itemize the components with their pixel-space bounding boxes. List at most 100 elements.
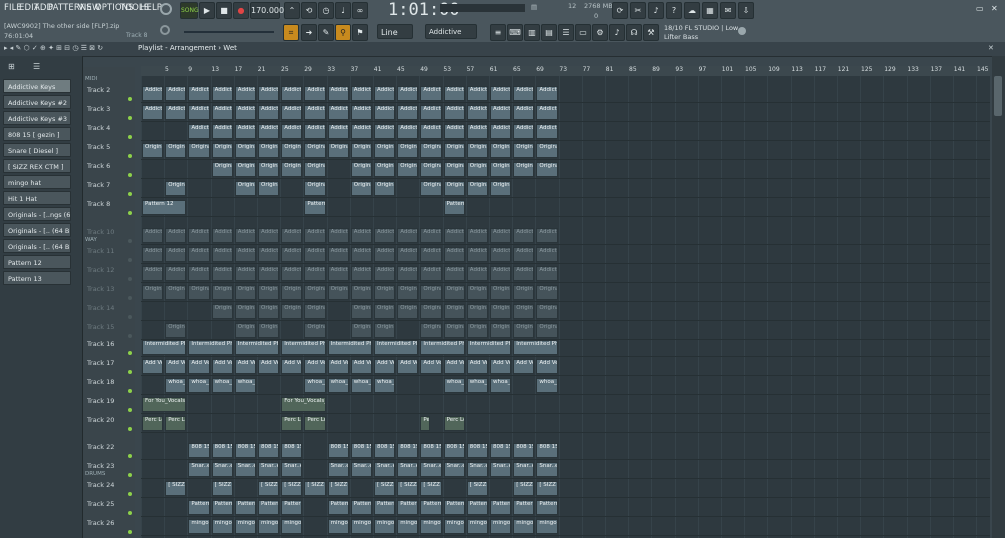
pattern-clip[interactable]: Addicti.. Keys #3 [420,266,442,281]
pattern-clip[interactable]: Addictive Keys [536,86,558,101]
pattern-clip[interactable]: Addicti.. Keys #2 [211,247,233,262]
pattern-clip[interactable]: Pattern 12 [443,200,465,215]
render-icon[interactable]: ⚒ [643,24,659,41]
pattern-clip[interactable]: Addictive Keys [142,86,164,101]
link-icon[interactable]: ⚲ [335,24,351,41]
track-name[interactable]: Track 12 [87,266,114,274]
pattern-clip[interactable]: Addictive Keys [211,228,233,243]
pattern-clip[interactable]: Origina.. (64 Bit) [490,143,512,158]
pattern-clip[interactable]: Addictive Keys [188,86,210,101]
pattern-item[interactable]: mingo hat [3,175,71,189]
pattern-clip[interactable]: Pattern 13 [420,500,442,515]
track-name[interactable]: Track 13 [87,285,114,293]
track-mute-led[interactable] [128,116,132,120]
pattern-clip[interactable]: Pattern 13 [513,500,535,515]
snap-icon[interactable]: ⌗ [283,24,299,41]
pattern-clip[interactable]: Pattern 13 [327,500,349,515]
pattern-clip[interactable]: whoa_C_40BPM [327,378,349,393]
pattern-clip[interactable]: Origina.. (64 Bit) [397,285,419,300]
pattern-item[interactable]: Addictive Keys #2 [3,95,71,109]
pattern-clip[interactable]: Origina.. it) #3 [374,181,396,196]
track-name[interactable]: Track 6 [87,162,110,170]
pattern-clip[interactable]: 808 15 [ gezin ] [420,443,442,458]
pattern-clip[interactable]: Snar..esel] [234,462,256,477]
pattern-clip[interactable]: Origina.. Bit) #2 [304,162,326,177]
pattern-clip[interactable]: Addictive Keys [513,228,535,243]
track-mute-led[interactable] [128,473,132,477]
pattern-item[interactable]: Addictive Keys #3 [3,111,71,125]
pattern-clip[interactable]: Origina.. (64 Bit) [443,143,465,158]
pattern-clip[interactable]: Origina.. (64 Bit) [513,285,535,300]
track-name[interactable]: Track 23 [87,462,114,470]
pattern-clip[interactable]: Origina.. Bit) #2 [536,304,558,319]
pattern-clip[interactable]: Origina.. Bit) #2 [536,162,558,177]
refresh-icon[interactable]: ⟳ [612,2,628,19]
pattern-clip[interactable]: Snar..esel] [258,462,280,477]
pattern-clip[interactable]: Origina.. Bit) #2 [420,304,442,319]
pattern-clip[interactable]: Addicti.. Keys #3 [165,266,187,281]
pattern-clip[interactable]: Origina.. it) #3 [513,323,535,338]
pattern-clip[interactable]: Origina.. (64 Bit) [281,285,303,300]
pattern-clip[interactable]: Pattern 13 [234,500,256,515]
pattern-clip[interactable]: Origina.. it) #3 [490,181,512,196]
pattern-clip[interactable]: Addictive Keys [188,228,210,243]
pattern-clip[interactable]: Addicti.. Keys #2 [466,105,488,120]
pattern-clip[interactable]: whoa_C_40BPM [211,378,233,393]
pattern-clip[interactable]: Addictive Keys [397,228,419,243]
pattern-clip[interactable]: Origina.. it) #3 [304,181,326,196]
tempo-display[interactable]: 170.000 [250,2,284,19]
pattern-clip[interactable]: 808 15 [ gezin ] [490,443,512,458]
pattern-clip[interactable]: Addictive Keys [304,228,326,243]
pattern-clip[interactable]: Pattern 13 [281,500,303,515]
pattern-clip[interactable]: Snar..esel] [490,462,512,477]
pattern-item[interactable]: [ SIZZ REX CTM ] [3,159,71,173]
pattern-clip[interactable]: [ SIZZ REX CTM ] [536,481,558,496]
pattern-clip[interactable]: Snar..esel] [513,462,535,477]
track-name[interactable]: Track 8 [87,200,110,208]
pattern-clip[interactable]: [ SIZZ REX CTM ] [513,481,535,496]
pattern-item[interactable]: Snare [ Diesel ] [3,143,71,157]
pattern-clip[interactable]: 808 15 [ gezin ] [258,443,280,458]
pattern-clip[interactable]: Addictive Keys [420,228,442,243]
pattern-clip[interactable]: Add Verb [160bp..] [350,359,372,374]
countdown-icon[interactable]: ◷ [318,2,334,19]
pattern-clip[interactable]: mingo hat [281,519,303,534]
pattern-clip[interactable]: Addicti.. Keys #3 [374,124,396,139]
pattern-clip[interactable]: For You_Vocals_Bm_82BPM [281,397,326,412]
pattern-clip[interactable]: Addicti.. Keys #3 [443,124,465,139]
pattern-clip[interactable]: Addictive Keys [304,86,326,101]
pattern-clip[interactable]: Origina.. (64 Bit) [258,285,280,300]
pattern-clip[interactable]: Addicti.. Keys #2 [304,247,326,262]
pattern-clip[interactable]: Addicti.. Keys #2 [234,105,256,120]
pattern-clip[interactable]: Addicti.. Keys #3 [327,124,349,139]
pattern-clip[interactable]: whoa_C_40BPM [443,378,465,393]
pattern-clip[interactable]: mingo hat [536,519,558,534]
close-icon[interactable]: ✕ [991,4,998,13]
pattern-clip[interactable]: Addicti.. Keys #2 [327,247,349,262]
playlist-grid[interactable]: Addictive KeysAddictive KeysAddictive Ke… [141,76,990,538]
pattern-clip[interactable]: Snar..esel] [350,462,372,477]
pattern-clip[interactable]: 808 15 [ gezin ] [234,443,256,458]
browser-arrow-icon[interactable]: ▸ ◂ ✎ ⬡ ✓ ⊕ ✦ ⊞ ⊟ ◷ ☰ ⊠ ↻ [4,44,103,52]
track-mute-led[interactable] [128,530,132,534]
pattern-clip[interactable]: Add Verb [160bp..] [536,359,558,374]
pattern-clip[interactable]: Pattern 13 [536,500,558,515]
track-name[interactable]: Track 24 [87,481,114,489]
pattern-clip[interactable]: Addicti.. Keys #2 [327,105,349,120]
pattern-clip[interactable]: Pattern 13 [188,500,210,515]
pattern-clip[interactable]: Snar..esel] [443,462,465,477]
pattern-clip[interactable]: Origina.. (64 Bit) [165,143,187,158]
pattern-clip[interactable]: Addicti.. Keys #2 [374,105,396,120]
track-mute-led[interactable] [128,97,132,101]
vertical-scrollbar[interactable] [992,56,1005,538]
pattern-clip[interactable]: Origina.. Bit) #2 [350,162,372,177]
pattern-clip[interactable]: Origina.. (64 Bit) [142,143,164,158]
microphone-icon[interactable]: ♪ [648,2,664,19]
pattern-clip[interactable]: Snar..esel] [374,462,396,477]
pattern-clip[interactable]: mingo hat [211,519,233,534]
pattern-clip[interactable]: mingo hat [490,519,512,534]
pattern-clip[interactable]: Origina.. Bit) #2 [258,304,280,319]
pattern-clip[interactable]: Origina.. (64 Bit) [327,143,349,158]
pattern-clip[interactable]: Addicti.. Keys #3 [211,266,233,281]
pattern-clip[interactable]: Add Verb [160bp..] [165,359,187,374]
